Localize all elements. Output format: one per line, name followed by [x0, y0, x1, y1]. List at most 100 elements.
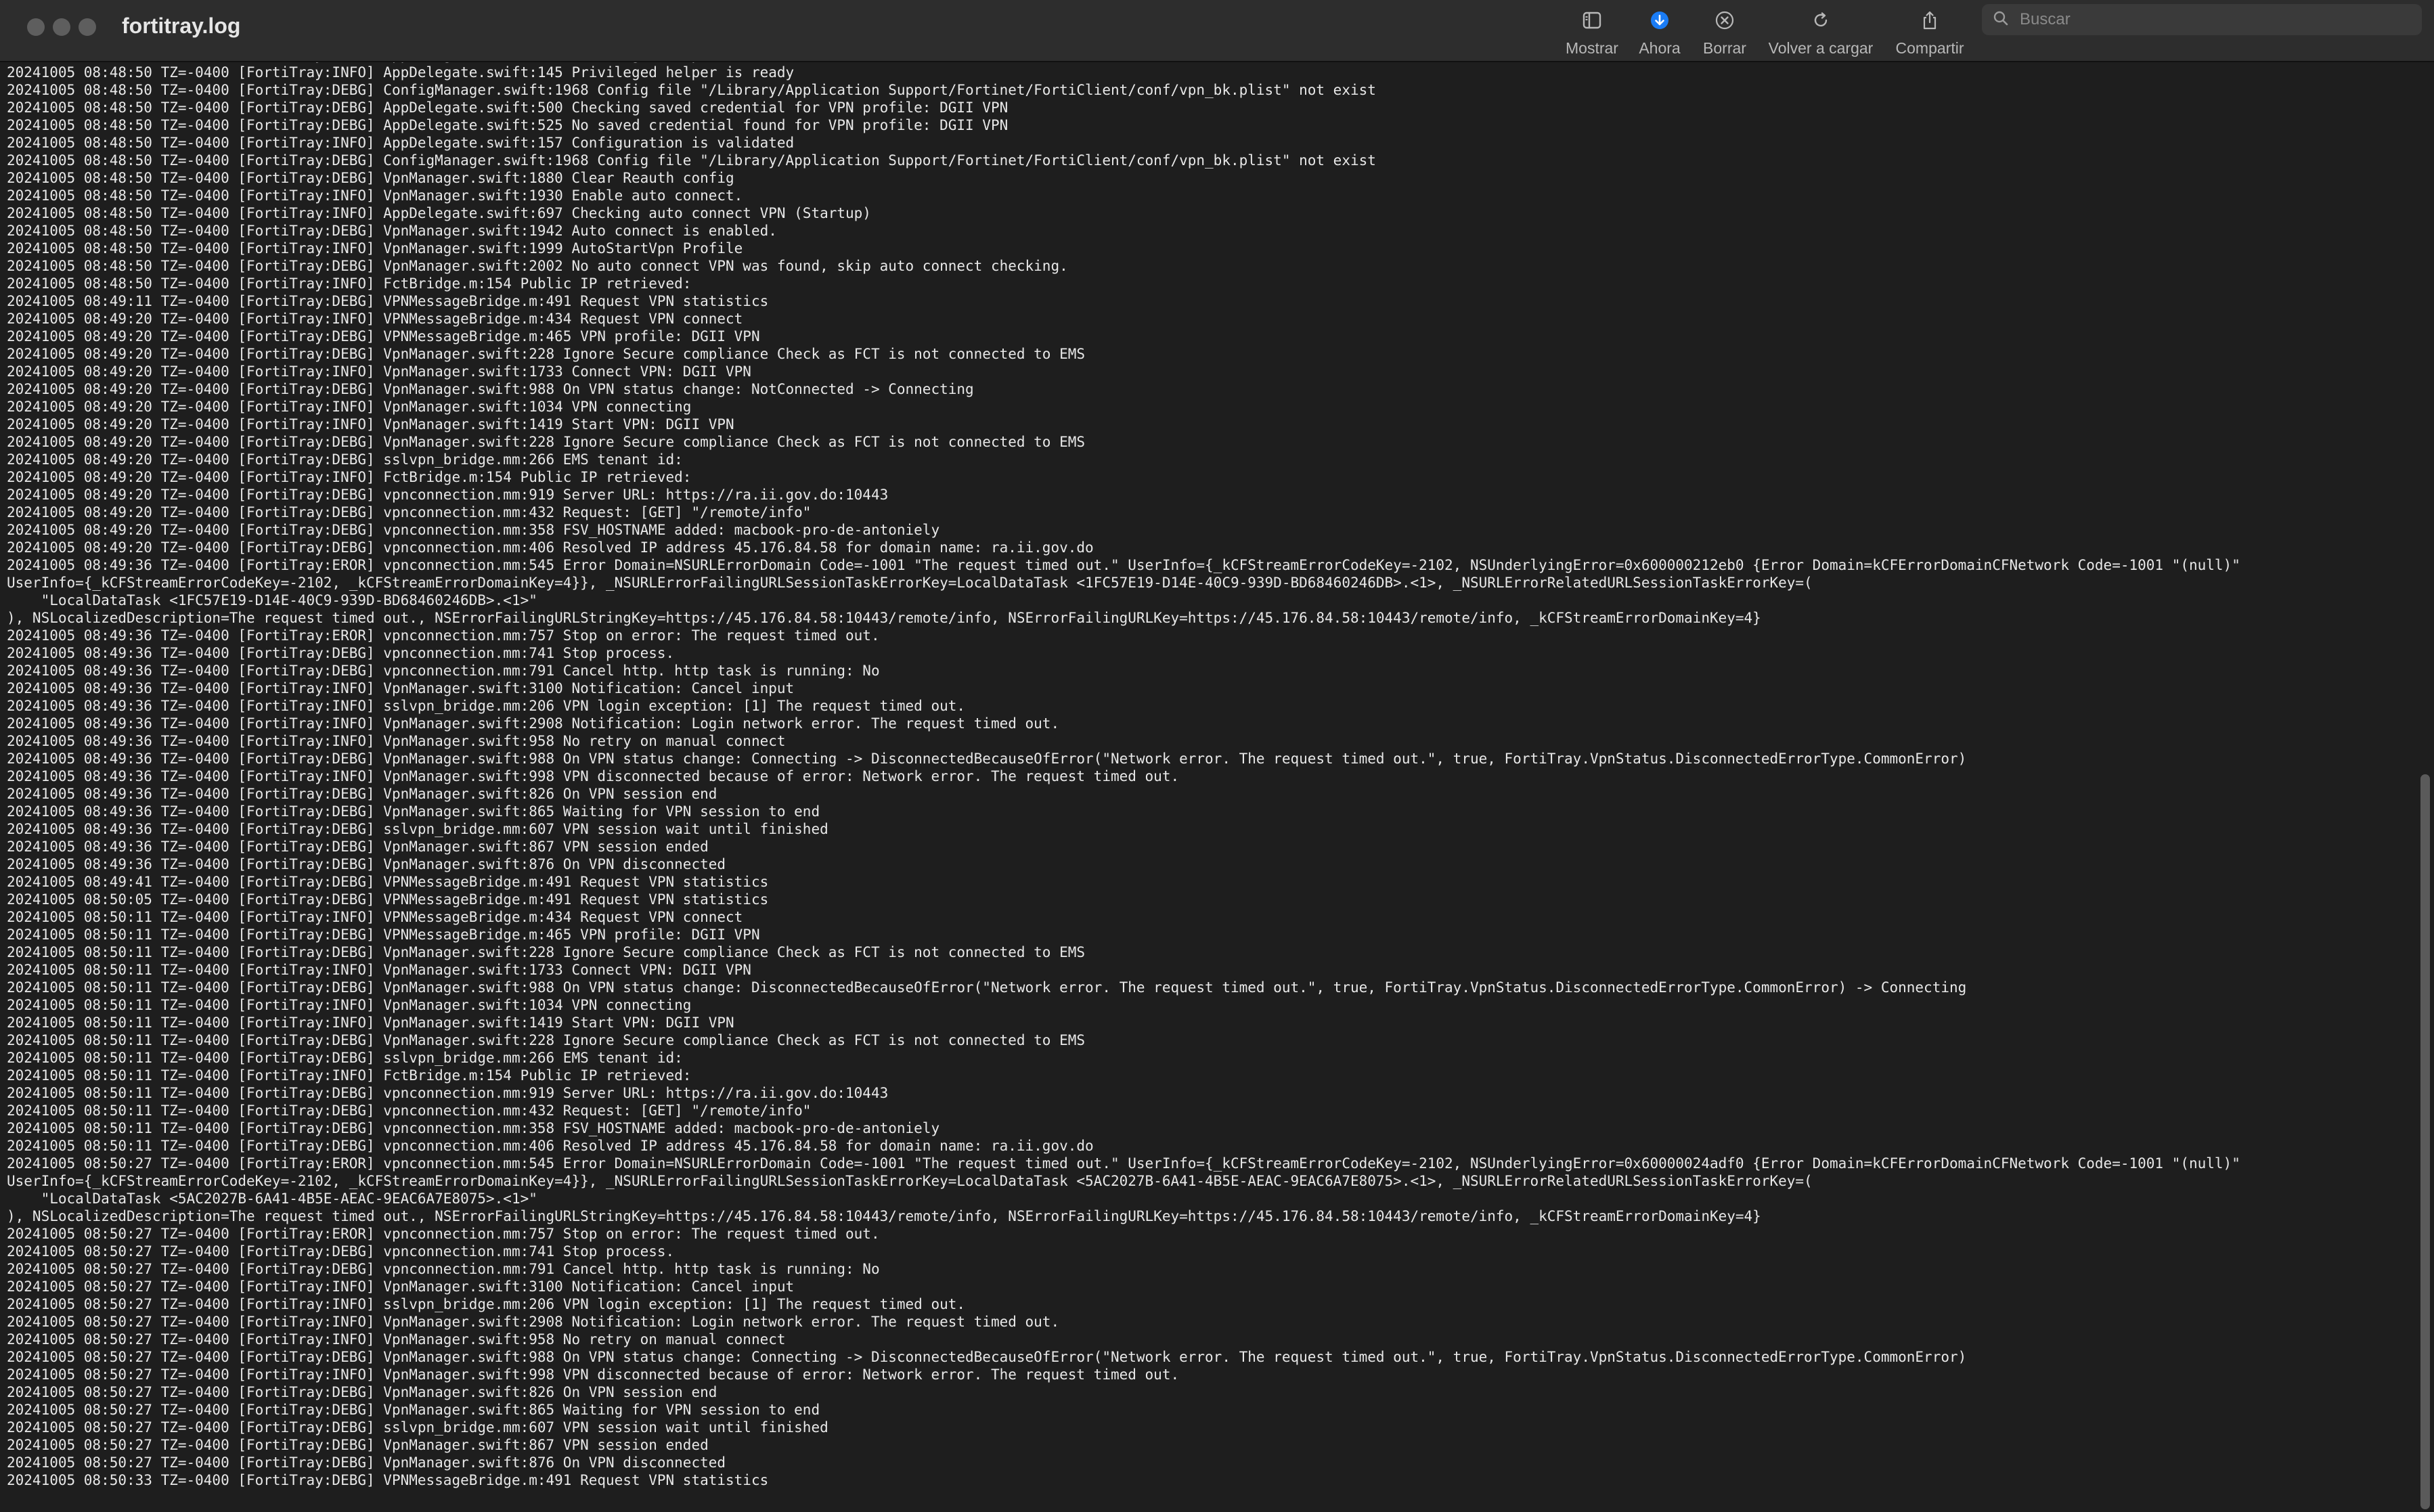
- log-line: 20241005 08:49:20 TZ=-0400 [FortiTray:DE…: [7, 539, 1094, 556]
- log-line: 20241005 08:50:11 TZ=-0400 [FortiTray:DE…: [7, 1103, 812, 1119]
- log-line: 20241005 08:50:05 TZ=-0400 [FortiTray:DE…: [7, 891, 769, 908]
- log-line: 20241005 08:50:33 TZ=-0400 [FortiTray:DE…: [7, 1472, 769, 1488]
- log-line: ), NSLocalizedDescription=The request ti…: [7, 610, 1761, 626]
- log-line: 20241005 08:50:11 TZ=-0400 [FortiTray:DE…: [7, 979, 1967, 996]
- log-line: 20241005 08:50:27 TZ=-0400 [FortiTray:DE…: [7, 1261, 880, 1277]
- title-bar: fortitray.log Mostrar Ahora Borrar Volve…: [0, 0, 2434, 62]
- search-icon: [1993, 10, 2009, 30]
- log-line: 20241005 08:50:11 TZ=-0400 [FortiTray:DE…: [7, 1032, 1086, 1048]
- log-line: 20241005 08:50:27 TZ=-0400 [FortiTray:IN…: [7, 1331, 786, 1348]
- borrar-button[interactable]: Borrar: [1698, 5, 1752, 58]
- log-line: "LocalDataTask <1FC57E19-D14E-40C9-939D-…: [7, 592, 537, 608]
- log-line: UserInfo={_kCFStreamErrorCodeKey=-2102, …: [7, 575, 1813, 591]
- log-line: "LocalDataTask <5AC2027B-6A41-4B5E-AEAC-…: [7, 1191, 537, 1207]
- log-line: 20241005 08:50:11 TZ=-0400 [FortiTray:IN…: [7, 962, 751, 978]
- search-field[interactable]: [1982, 4, 2422, 35]
- log-line: 20241005 08:50:11 TZ=-0400 [FortiTray:IN…: [7, 1015, 734, 1031]
- log-line: 20241005 08:48:50 TZ=-0400 [FortiTray:DE…: [7, 223, 777, 239]
- log-line: 20241005 08:48:50 TZ=-0400 [FortiTray:DE…: [7, 117, 1009, 133]
- log-line: 20241005 08:50:27 TZ=-0400 [FortiTray:ER…: [7, 1226, 880, 1242]
- log-line: UserInfo={_kCFStreamErrorCodeKey=-2102, …: [7, 1173, 1813, 1189]
- log-line: ), NSLocalizedDescription=The request ti…: [7, 1208, 1761, 1224]
- log-lines: 20241005 08:48:50 TZ=-0400 [FortiTray:IN…: [7, 62, 2410, 1489]
- log-line: 20241005 08:50:27 TZ=-0400 [FortiTray:DE…: [7, 1437, 709, 1453]
- log-line: 20241005 08:48:50 TZ=-0400 [FortiTray:DE…: [7, 99, 1009, 116]
- log-line: 20241005 08:49:36 TZ=-0400 [FortiTray:IN…: [7, 680, 795, 696]
- log-line: 20241005 08:49:36 TZ=-0400 [FortiTray:IN…: [7, 698, 966, 714]
- scrollbar[interactable]: [2416, 62, 2434, 1512]
- log-line: 20241005 08:50:11 TZ=-0400 [FortiTray:DE…: [7, 1138, 1094, 1154]
- log-line: 20241005 08:49:20 TZ=-0400 [FortiTray:DE…: [7, 381, 974, 397]
- log-line: 20241005 08:48:50 TZ=-0400 [FortiTray:IN…: [7, 275, 692, 292]
- log-line: 20241005 08:50:11 TZ=-0400 [FortiTray:DE…: [7, 944, 1086, 960]
- log-line: 20241005 08:49:36 TZ=-0400 [FortiTray:IN…: [7, 715, 1060, 732]
- log-line: 20241005 08:50:27 TZ=-0400 [FortiTray:ER…: [7, 1155, 2240, 1172]
- log-line: 20241005 08:50:27 TZ=-0400 [FortiTray:IN…: [7, 1314, 1060, 1330]
- log-line: 20241005 08:49:36 TZ=-0400 [FortiTray:DE…: [7, 663, 880, 679]
- log-line: 20241005 08:49:36 TZ=-0400 [FortiTray:IN…: [7, 768, 1180, 784]
- log-line: 20241005 08:49:20 TZ=-0400 [FortiTray:DE…: [7, 451, 683, 468]
- log-line: 20241005 08:48:50 TZ=-0400 [FortiTray:DE…: [7, 82, 1376, 98]
- window-title: fortitray.log: [122, 14, 241, 38]
- log-line: 20241005 08:49:20 TZ=-0400 [FortiTray:IN…: [7, 399, 692, 415]
- log-line: 20241005 08:49:20 TZ=-0400 [FortiTray:DE…: [7, 434, 1086, 450]
- log-line: 20241005 08:48:50 TZ=-0400 [FortiTray:DE…: [7, 152, 1376, 169]
- log-line: 20241005 08:49:36 TZ=-0400 [FortiTray:DE…: [7, 856, 726, 872]
- log-line: 20241005 08:49:20 TZ=-0400 [FortiTray:DE…: [7, 346, 1086, 362]
- search-input[interactable]: [2018, 9, 2400, 30]
- log-line: 20241005 08:48:50 TZ=-0400 [FortiTray:IN…: [7, 187, 743, 204]
- log-line: 20241005 08:50:27 TZ=-0400 [FortiTray:IN…: [7, 1278, 795, 1295]
- scrollbar-thumb[interactable]: [2420, 774, 2430, 1509]
- log-line: 20241005 08:50:27 TZ=-0400 [FortiTray:DE…: [7, 1402, 820, 1418]
- log-line: 20241005 08:48:50 TZ=-0400 [FortiTray:IN…: [7, 205, 871, 221]
- log-line: 20241005 08:49:36 TZ=-0400 [FortiTray:DE…: [7, 803, 820, 820]
- log-line: 20241005 08:49:36 TZ=-0400 [FortiTray:DE…: [7, 839, 709, 855]
- log-line: 20241005 08:49:20 TZ=-0400 [FortiTray:IN…: [7, 311, 743, 327]
- log-line: 20241005 08:50:27 TZ=-0400 [FortiTray:DE…: [7, 1384, 717, 1400]
- log-line: 20241005 08:49:41 TZ=-0400 [FortiTray:DE…: [7, 874, 769, 890]
- log-line: 20241005 08:50:27 TZ=-0400 [FortiTray:DE…: [7, 1243, 675, 1260]
- log-line: 20241005 08:48:50 TZ=-0400 [FortiTray:IN…: [7, 64, 795, 81]
- volver-a-cargar-button[interactable]: Volver a cargar: [1765, 5, 1876, 58]
- ahora-button[interactable]: Ahora: [1637, 5, 1683, 58]
- log-line: 20241005 08:49:20 TZ=-0400 [FortiTray:IN…: [7, 363, 751, 380]
- log-line: 20241005 08:48:50 TZ=-0400 [FortiTray:DE…: [7, 258, 1068, 274]
- mostrar-label: Mostrar: [1566, 39, 1618, 57]
- log-line: 20241005 08:50:11 TZ=-0400 [FortiTray:IN…: [7, 997, 692, 1013]
- borrar-label: Borrar: [1703, 39, 1746, 57]
- log-line: 20241005 08:50:11 TZ=-0400 [FortiTray:DE…: [7, 1050, 683, 1066]
- volver-a-cargar-label: Volver a cargar: [1768, 39, 1874, 57]
- log-line: 20241005 08:50:11 TZ=-0400 [FortiTray:DE…: [7, 1120, 940, 1136]
- reload-icon: [1806, 5, 1836, 35]
- log-line: 20241005 08:50:11 TZ=-0400 [FortiTray:DE…: [7, 927, 760, 943]
- log-line: 20241005 08:50:27 TZ=-0400 [FortiTray:DE…: [7, 1349, 1967, 1365]
- mostrar-button[interactable]: Mostrar: [1562, 5, 1622, 58]
- compartir-button[interactable]: Compartir: [1891, 5, 1968, 58]
- log-line: 20241005 08:49:36 TZ=-0400 [FortiTray:DE…: [7, 645, 675, 661]
- log-line: 20241005 08:50:11 TZ=-0400 [FortiTray:IN…: [7, 909, 743, 925]
- now-arrow-icon: [1645, 5, 1675, 35]
- log-line: 20241005 08:48:50 TZ=-0400 [FortiTray:DE…: [7, 170, 734, 186]
- log-line: 20241005 08:50:27 TZ=-0400 [FortiTray:IN…: [7, 1366, 1180, 1383]
- log-line: 20241005 08:50:27 TZ=-0400 [FortiTray:IN…: [7, 1296, 966, 1312]
- minimize-window-button[interactable]: [53, 18, 70, 36]
- log-line: 20241005 08:50:27 TZ=-0400 [FortiTray:DE…: [7, 1454, 726, 1471]
- log-line: 20241005 08:49:36 TZ=-0400 [FortiTray:DE…: [7, 821, 828, 837]
- zoom-window-button[interactable]: [79, 18, 96, 36]
- clear-icon: [1710, 5, 1740, 35]
- sidebar-icon: [1577, 5, 1607, 35]
- log-line: 20241005 08:49:20 TZ=-0400 [FortiTray:DE…: [7, 522, 940, 538]
- log-line: 20241005 08:49:36 TZ=-0400 [FortiTray:ER…: [7, 627, 880, 644]
- log-line: 20241005 08:49:20 TZ=-0400 [FortiTray:DE…: [7, 504, 812, 520]
- log-line: 20241005 08:50:27 TZ=-0400 [FortiTray:DE…: [7, 1419, 828, 1436]
- log-line: 20241005 08:49:20 TZ=-0400 [FortiTray:DE…: [7, 487, 889, 503]
- log-line: 20241005 08:49:36 TZ=-0400 [FortiTray:ER…: [7, 557, 2240, 573]
- log-line: 20241005 08:49:11 TZ=-0400 [FortiTray:DE…: [7, 293, 769, 309]
- log-view[interactable]: 20241005 08:48:50 TZ=-0400 [FortiTray:IN…: [0, 62, 2410, 1512]
- ahora-label: Ahora: [1639, 39, 1681, 57]
- log-line: 20241005 08:49:36 TZ=-0400 [FortiTray:IN…: [7, 733, 786, 749]
- log-line: 20241005 08:50:11 TZ=-0400 [FortiTray:DE…: [7, 1085, 889, 1101]
- close-window-button[interactable]: [27, 18, 45, 36]
- log-line: 20241005 08:48:50 TZ=-0400 [FortiTray:IN…: [7, 240, 743, 257]
- log-line: 20241005 08:49:20 TZ=-0400 [FortiTray:IN…: [7, 416, 734, 432]
